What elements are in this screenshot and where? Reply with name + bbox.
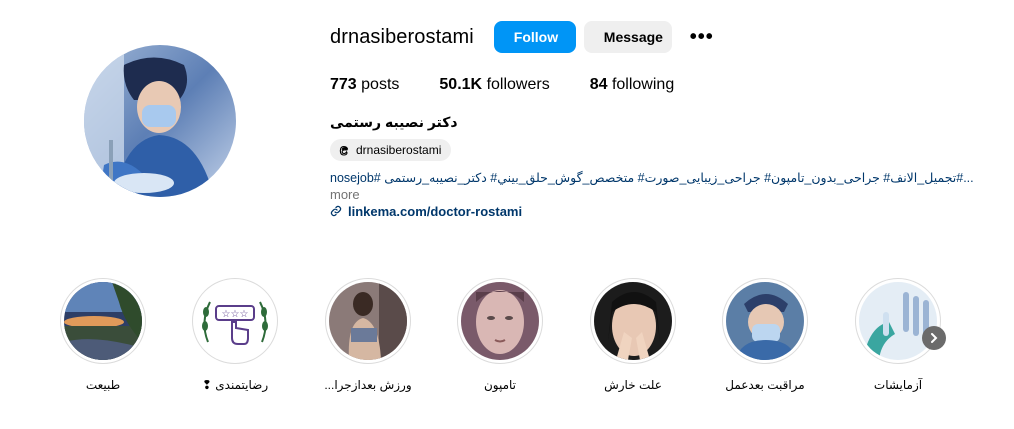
following-label: following [611, 76, 675, 93]
highlight-label: مراقبت بعدعمل [725, 378, 805, 392]
highlight-item[interactable]: مراقبت بعدعمل [705, 278, 825, 392]
highlight-label: ورزش بعدازجرا... [324, 378, 412, 392]
highlight-label: طبیعت [85, 378, 121, 392]
posts-count: 773 [330, 76, 357, 93]
following-stat[interactable]: 84 following [590, 76, 675, 94]
external-link[interactable]: linkema.com/doctor-rostami [330, 204, 970, 219]
message-button[interactable]: Message [583, 21, 672, 53]
highlight-label: رضایتمندی ❢ [201, 378, 269, 392]
profile-avatar[interactable] [84, 45, 236, 197]
highlight-item[interactable]: علت خارش [573, 278, 693, 392]
bio-more-link[interactable]: more [330, 187, 970, 202]
follow-button[interactable]: Follow [493, 21, 576, 53]
face-photo-icon [461, 282, 539, 360]
highlight-item[interactable]: طبیعت [43, 278, 163, 392]
followers-stat[interactable]: 50.1K followers [439, 76, 549, 94]
threads-handle: drnasiberostami [356, 143, 442, 157]
followers-count: 50.1K [439, 76, 483, 93]
profile-header: drnasiberostami Follow Message ••• 773 p… [330, 20, 974, 219]
posts-stat[interactable]: 773 posts [330, 76, 399, 94]
nature-photo-icon [64, 282, 142, 360]
more-options-icon[interactable]: ••• [684, 27, 720, 47]
bio-text: nosejob# تجمیل_الانف# جراحی_بدون_تامپون#… [330, 170, 974, 185]
full-name: دکتر نصیبه رستمی [330, 114, 458, 130]
username: drnasiberostami [330, 25, 474, 48]
threads-badge[interactable]: drnasiberostami [330, 139, 452, 161]
highlight-item[interactable]: ورزش بعدازجرا... [308, 278, 428, 392]
profile-top-row: drnasiberostami Follow Message ••• [330, 20, 970, 54]
highlight-label: علت خارش [604, 378, 662, 392]
followers-label: followers [486, 76, 550, 93]
story-highlights: طبیعت ☆☆☆ رضایتمندی ❢ ورزش بعدازجرا... ت… [58, 278, 958, 398]
highlights-next-button[interactable] [922, 326, 946, 350]
highlight-item[interactable]: تامپون [440, 278, 560, 392]
link-icon [330, 205, 342, 217]
external-link-text: linkema.com/doctor-rostami [348, 203, 523, 219]
nose-itch-photo-icon [594, 282, 672, 360]
workout-photo-icon [329, 282, 407, 360]
lab-photo-icon [859, 282, 937, 360]
svg-text:☆☆☆: ☆☆☆ [222, 309, 249, 320]
following-count: 84 [589, 76, 608, 93]
surgeon-photo-icon [726, 282, 804, 360]
highlight-label: آزمایشات [873, 378, 923, 392]
highlight-item[interactable]: ☆☆☆ رضایتمندی ❢ [175, 278, 295, 392]
profile-stats: 773 posts 50.1K followers 84 following [330, 76, 970, 94]
chevron-right-icon [931, 333, 938, 343]
threads-icon [339, 145, 349, 156]
rating-hand-icon: ☆☆☆ [196, 282, 274, 360]
highlight-label: تامپون [483, 378, 517, 392]
posts-label: posts [361, 76, 400, 93]
